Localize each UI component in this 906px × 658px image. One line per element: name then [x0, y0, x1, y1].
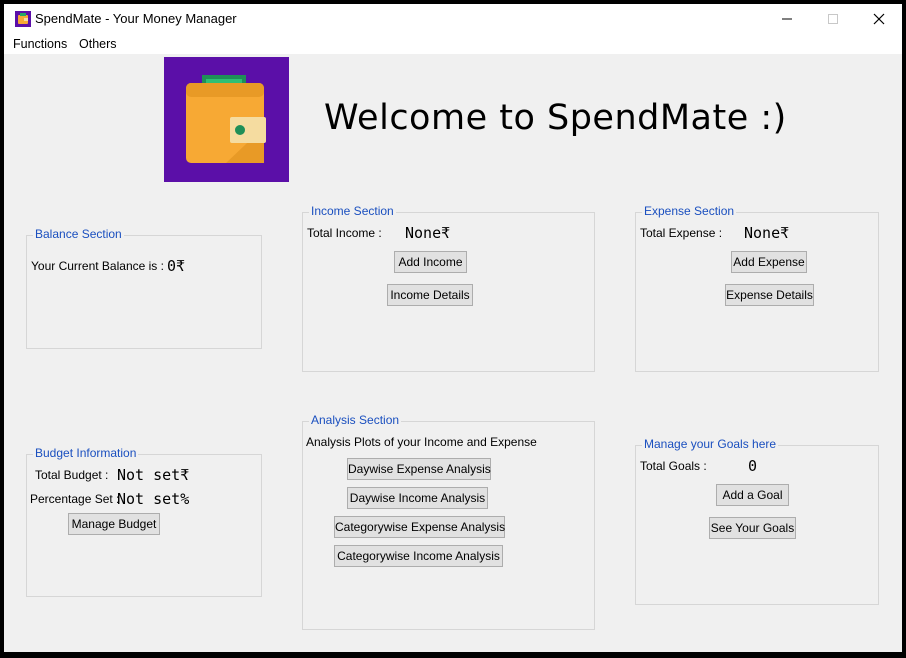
minimize-button[interactable]: [764, 4, 810, 34]
categorywise-expense-analysis-button[interactable]: Categorywise Expense Analysis: [334, 516, 505, 538]
minimize-icon: [782, 18, 792, 20]
expense-details-button[interactable]: Expense Details: [725, 284, 814, 306]
budget-section: Budget Information Total Budget : Not se…: [26, 446, 262, 597]
add-expense-button[interactable]: Add Expense: [731, 251, 807, 273]
title-bar: SpendMate - Your Money Manager: [4, 4, 902, 34]
goals-section-title: Manage your Goals here: [642, 437, 779, 451]
expense-section: Expense Section Total Expense : None₹ Ad…: [635, 204, 879, 372]
analysis-section-title: Analysis Section: [309, 413, 402, 427]
menu-functions[interactable]: Functions: [13, 37, 67, 51]
close-button[interactable]: [856, 4, 902, 34]
close-icon: [873, 13, 885, 25]
menu-bar: Functions Others: [4, 34, 902, 54]
welcome-heading: Welcome to SpendMate :): [324, 98, 787, 138]
goals-section: Manage your Goals here Total Goals : 0 A…: [635, 437, 879, 605]
add-income-button[interactable]: Add Income: [394, 251, 467, 273]
categorywise-income-analysis-button[interactable]: Categorywise Income Analysis: [334, 545, 503, 567]
percentage-set-label: Percentage Set :: [30, 492, 120, 506]
maximize-icon: [828, 14, 838, 24]
balance-label: Your Current Balance is :: [31, 259, 164, 273]
income-section: Income Section Total Income : None₹ Add …: [302, 204, 595, 372]
manage-budget-button[interactable]: Manage Budget: [68, 513, 160, 535]
percentage-set-value: Not set%: [117, 490, 190, 508]
budget-section-title: Budget Information: [33, 446, 139, 460]
income-section-title: Income Section: [309, 204, 396, 218]
expense-label: Total Expense :: [640, 226, 723, 240]
menu-others[interactable]: Others: [79, 37, 117, 51]
expense-value: None₹: [744, 224, 790, 242]
expense-section-title: Expense Section: [642, 204, 737, 218]
window-title: SpendMate - Your Money Manager: [35, 11, 237, 26]
analysis-section: Analysis Section Analysis Plots of your …: [302, 413, 595, 630]
daywise-income-analysis-button[interactable]: Daywise Income Analysis: [347, 487, 488, 509]
income-label: Total Income :: [307, 226, 382, 240]
analysis-subtitle: Analysis Plots of your Income and Expens…: [306, 435, 537, 449]
income-value: None₹: [405, 224, 451, 242]
add-goal-button[interactable]: Add a Goal: [716, 484, 789, 506]
income-details-button[interactable]: Income Details: [387, 284, 473, 306]
wallet-app-icon: [15, 11, 31, 27]
daywise-expense-analysis-button[interactable]: Daywise Expense Analysis: [347, 458, 491, 480]
total-budget-value: Not set₹: [117, 466, 190, 484]
see-goals-button[interactable]: See Your Goals: [709, 517, 796, 539]
balance-value: 0₹: [167, 257, 186, 275]
balance-section-title: Balance Section: [33, 227, 124, 241]
wallet-logo-icon: [164, 57, 289, 182]
total-goals-value: 0: [748, 457, 758, 475]
maximize-button[interactable]: [810, 4, 856, 34]
app-window: SpendMate - Your Money Manager Functions…: [4, 4, 902, 652]
total-budget-label: Total Budget :: [35, 468, 109, 482]
balance-section: Balance Section Your Current Balance is …: [26, 227, 262, 349]
total-goals-label: Total Goals :: [640, 459, 707, 473]
